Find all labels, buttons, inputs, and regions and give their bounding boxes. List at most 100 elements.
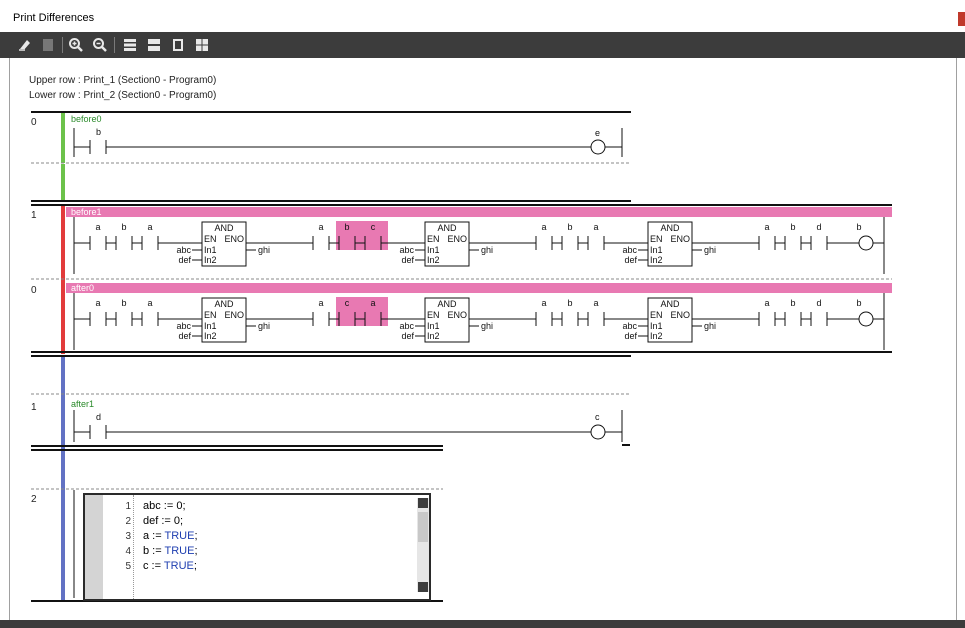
function-block-arg: abc	[399, 245, 414, 255]
function-block-pin: EN	[427, 310, 440, 320]
contact-label: b	[567, 222, 572, 232]
function-block-pin: ENO	[670, 310, 690, 320]
contact-label: a	[318, 298, 323, 308]
contact-label: b	[344, 222, 349, 232]
function-block-name: AND	[214, 299, 234, 309]
contact-label: a	[147, 298, 152, 308]
contact-label: b	[790, 298, 795, 308]
function-block-arg: abc	[176, 321, 191, 331]
contact-label: a	[764, 298, 769, 308]
scroll-up-arrow[interactable]	[418, 498, 428, 508]
function-block-arg: def	[178, 331, 191, 341]
function-block-arg: def	[178, 255, 191, 265]
contact-label: a	[593, 298, 598, 308]
function-block-arg: abc	[622, 245, 637, 255]
contact-label: a	[593, 222, 598, 232]
line-number: 5	[125, 561, 131, 572]
function-block-pin: In2	[650, 255, 663, 265]
function-block-arg: def	[401, 331, 414, 341]
code-line: c := TRUE;	[143, 560, 197, 572]
function-block-pin: In1	[427, 245, 440, 255]
rung-label: after1	[71, 399, 94, 409]
rung-label: before0	[71, 114, 102, 124]
function-block-out: ghi	[258, 321, 270, 331]
function-block-pin: In2	[204, 331, 217, 341]
line-number: 4	[125, 546, 131, 557]
function-block-name: AND	[214, 223, 234, 233]
code-line: a := TRUE;	[143, 530, 198, 542]
contact-label: a	[541, 298, 546, 308]
function-block-arg: abc	[176, 245, 191, 255]
contact-label: b	[121, 298, 126, 308]
scroll-thumb[interactable]	[418, 512, 428, 542]
contact-label: d	[96, 412, 101, 422]
contact-label: b	[96, 127, 101, 137]
function-block-pin: In2	[204, 255, 217, 265]
contact-label: a	[95, 222, 100, 232]
coil-label: b	[856, 298, 861, 308]
function-block-pin: ENO	[447, 234, 467, 244]
contact-label: a	[95, 298, 100, 308]
code-line: def := 0;	[143, 515, 184, 527]
function-block-pin: In2	[427, 255, 440, 265]
code-line: b := TRUE;	[143, 545, 198, 557]
function-block-name: AND	[660, 223, 680, 233]
editor-gutter	[85, 495, 103, 599]
function-block-name: AND	[437, 223, 457, 233]
coil-label: c	[595, 412, 600, 422]
contact-label: c	[345, 298, 350, 308]
function-block-pin: In1	[427, 321, 440, 331]
function-block-arg: abc	[622, 321, 637, 331]
line-number: 3	[125, 531, 131, 542]
function-block-out: ghi	[258, 245, 270, 255]
function-block-out: ghi	[481, 321, 493, 331]
line-number: 1	[125, 501, 131, 512]
function-block-pin: In2	[427, 331, 440, 341]
function-block-pin: EN	[427, 234, 440, 244]
contact-label: b	[121, 222, 126, 232]
function-block-pin: EN	[650, 234, 663, 244]
function-block-pin: In1	[204, 321, 217, 331]
contact-label: c	[371, 222, 376, 232]
editor-scrollbar[interactable]	[417, 498, 429, 592]
function-block-pin: In1	[650, 245, 663, 255]
st-code-editor[interactable]: 1 2 3 4 5 abc := 0; def := 0; a := TRUE;…	[83, 493, 431, 601]
horizontal-scrollbar[interactable]	[0, 620, 965, 628]
contact-label: b	[790, 222, 795, 232]
function-block-name: AND	[437, 299, 457, 309]
contact-label: a	[541, 222, 546, 232]
coil-label: e	[595, 128, 600, 138]
function-block-pin: EN	[204, 234, 217, 244]
contact-label: a	[147, 222, 152, 232]
rung-label: after0	[71, 283, 94, 293]
contact-label: a	[318, 222, 323, 232]
function-block-pin: ENO	[224, 234, 244, 244]
function-block-pin: ENO	[670, 234, 690, 244]
function-block-pin: In1	[204, 245, 217, 255]
function-block-out: ghi	[704, 321, 716, 331]
function-block-pin: In1	[650, 321, 663, 331]
function-block-arg: def	[624, 331, 637, 341]
function-block-pin: ENO	[224, 310, 244, 320]
function-block-out: ghi	[704, 245, 716, 255]
function-block-pin: In2	[650, 331, 663, 341]
function-block-pin: ENO	[447, 310, 467, 320]
function-block-arg: def	[624, 255, 637, 265]
code-line: abc := 0;	[143, 500, 186, 512]
function-block-name: AND	[660, 299, 680, 309]
editor-divider	[133, 495, 134, 599]
function-block-arg: def	[401, 255, 414, 265]
rung-label: before1	[71, 207, 102, 217]
function-block-pin: EN	[204, 310, 217, 320]
contact-label: b	[567, 298, 572, 308]
coil	[858, 235, 874, 251]
scroll-down-arrow[interactable]	[418, 582, 428, 592]
function-block-out: ghi	[481, 245, 493, 255]
contact-label: a	[764, 222, 769, 232]
coil	[858, 311, 874, 327]
line-number: 2	[125, 516, 131, 527]
contact-label: d	[816, 222, 821, 232]
contact-label: a	[370, 298, 375, 308]
function-block-pin: EN	[650, 310, 663, 320]
contact-label: d	[816, 298, 821, 308]
